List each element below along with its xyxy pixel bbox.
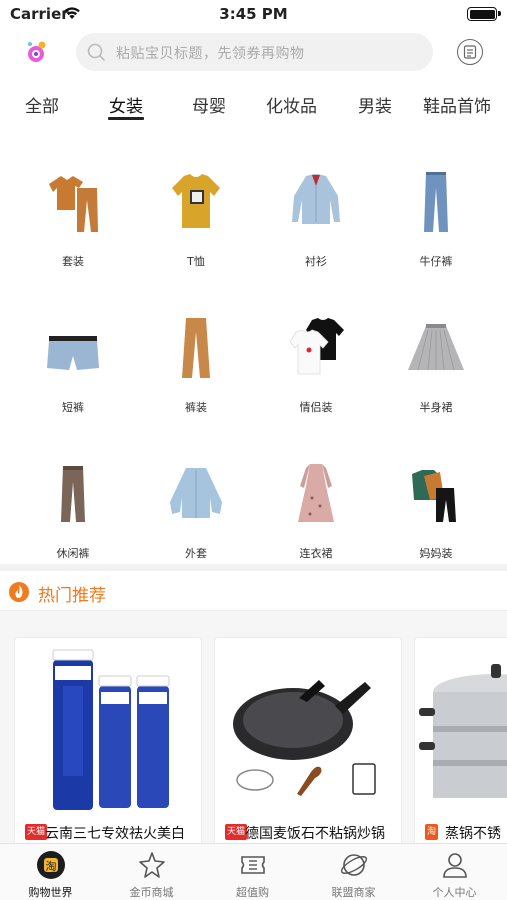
hot-section-title: 热门推荐 bbox=[38, 586, 106, 606]
product-card[interactable]: 天猫 云南三七专效祛火美白 bbox=[14, 637, 202, 843]
category-item[interactable]: 休闲裤 bbox=[10, 442, 136, 582]
status-bar: Carrier 3:45 PM bbox=[0, 0, 507, 28]
tabbar-item-shopping-world[interactable]: 淘 购物世界 bbox=[0, 844, 101, 900]
outfit-set-icon bbox=[49, 176, 98, 232]
tab-cosmetics[interactable]: 化妆品 bbox=[266, 92, 317, 117]
shopping-world-icon: 淘 bbox=[37, 851, 65, 879]
skirt-icon bbox=[408, 324, 464, 371]
coin-mall-icon bbox=[139, 852, 165, 878]
active-tab-indicator bbox=[108, 117, 144, 120]
category-label: 牛仔裤 bbox=[419, 255, 453, 268]
tabbar-item-super-value[interactable]: 超值购 bbox=[202, 844, 303, 900]
category-item[interactable]: T恤 bbox=[133, 150, 259, 290]
product-carousel[interactable]: 天猫 云南三七专效祛火美白 天猫 德国麦饭石不粘锅炒锅 淘 蒸锅不锈 bbox=[0, 611, 507, 843]
category-label: 短裤 bbox=[62, 401, 84, 414]
app-logo-icon[interactable] bbox=[22, 36, 52, 66]
product-name: 云南三七专效祛火美白 bbox=[45, 826, 185, 842]
category-label: 妈妈装 bbox=[419, 547, 453, 560]
tabbar-item-personal-center[interactable]: 个人中心 bbox=[404, 844, 505, 900]
tab-shoes-jewelry[interactable]: 鞋品首饰 bbox=[423, 92, 491, 117]
tabbar-label: 购物世界 bbox=[28, 886, 73, 899]
shirt-icon bbox=[292, 174, 340, 224]
category-label: 衬衫 bbox=[305, 255, 327, 268]
tmall-badge: 天猫 bbox=[25, 824, 48, 840]
tabbar-label: 个人中心 bbox=[432, 886, 477, 899]
user-icon bbox=[443, 853, 467, 878]
message-button[interactable] bbox=[457, 39, 483, 65]
toothpaste-image bbox=[52, 649, 170, 810]
category-label: 半身裙 bbox=[419, 401, 453, 414]
category-item[interactable]: 情侣装 bbox=[253, 296, 379, 436]
product-card[interactable]: 淘 蒸锅不锈 bbox=[414, 637, 507, 843]
product-card[interactable]: 天猫 德国麦饭石不粘锅炒锅 bbox=[214, 637, 402, 843]
shorts-icon bbox=[47, 336, 99, 370]
category-label: 套装 bbox=[62, 255, 84, 268]
tabbar-label: 联盟商家 bbox=[331, 886, 376, 899]
category-label: T恤 bbox=[187, 255, 205, 268]
message-list-icon bbox=[463, 45, 477, 59]
category-item[interactable]: 衬衫 bbox=[253, 150, 379, 290]
clock: 3:45 PM bbox=[219, 5, 288, 23]
tabbar-label: 超值购 bbox=[236, 886, 269, 899]
search-bar[interactable]: 粘贴宝贝标题，先领券再购物 bbox=[76, 33, 433, 71]
tab-all[interactable]: 全部 bbox=[25, 92, 59, 117]
trousers-icon bbox=[182, 318, 210, 378]
search-row: 粘贴宝贝标题，先领券再购物 bbox=[0, 32, 507, 74]
tabbar-label: 金币商城 bbox=[129, 886, 174, 899]
category-label: 休闲裤 bbox=[56, 547, 90, 560]
dress-icon bbox=[298, 464, 334, 522]
wok-image bbox=[233, 680, 376, 796]
product-name: 蒸锅不锈 bbox=[445, 826, 501, 842]
mom-wear-icon bbox=[412, 470, 456, 522]
hot-section-header: 热门推荐 bbox=[0, 575, 507, 611]
category-label: 裤装 bbox=[185, 401, 207, 414]
category-tabs: 全部 女装 母婴 化妆品 男装 鞋品首饰 bbox=[0, 92, 507, 128]
casual-pants-icon bbox=[61, 466, 85, 522]
tab-baby[interactable]: 母婴 bbox=[192, 92, 226, 117]
search-placeholder: 粘贴宝贝标题，先领券再购物 bbox=[116, 46, 305, 62]
svg-text:淘: 淘 bbox=[46, 860, 57, 873]
category-item[interactable]: 妈妈装 bbox=[373, 442, 499, 582]
jeans-icon bbox=[424, 172, 448, 232]
bottom-tab-bar: 淘 购物世界 金币商城 超值购 联盟商家 个人中心 bbox=[0, 843, 507, 900]
jacket-icon bbox=[170, 468, 222, 518]
category-item[interactable]: 裤装 bbox=[133, 296, 259, 436]
ticket-icon bbox=[241, 856, 265, 874]
category-item[interactable]: 短裤 bbox=[10, 296, 136, 436]
tabbar-item-alliance-merchants[interactable]: 联盟商家 bbox=[303, 844, 404, 900]
tab-womens[interactable]: 女装 bbox=[109, 92, 143, 117]
couple-tees-icon bbox=[289, 318, 344, 375]
battery-icon bbox=[467, 7, 501, 21]
category-item[interactable]: 半身裙 bbox=[373, 296, 499, 436]
category-item[interactable]: 牛仔裤 bbox=[373, 150, 499, 290]
product-name: 德国麦饭石不粘锅炒锅 bbox=[245, 826, 385, 842]
category-label: 情侣装 bbox=[299, 401, 333, 414]
search-icon bbox=[87, 43, 105, 61]
tmall-badge: 天猫 bbox=[225, 824, 248, 840]
category-label: 外套 bbox=[185, 547, 207, 560]
tshirt-icon bbox=[172, 174, 220, 228]
tabbar-item-coin-mall[interactable]: 金币商城 bbox=[101, 844, 202, 900]
taobao-badge: 淘 bbox=[425, 824, 439, 840]
section-divider bbox=[0, 564, 507, 571]
category-label: 连衣裙 bbox=[299, 547, 333, 560]
steamer-image bbox=[419, 664, 507, 798]
fire-icon bbox=[9, 582, 29, 602]
category-item[interactable]: 连衣裙 bbox=[253, 442, 379, 582]
category-item[interactable]: 外套 bbox=[133, 442, 259, 582]
planet-icon bbox=[340, 854, 368, 876]
category-item[interactable]: 套装 bbox=[10, 150, 136, 290]
tab-mens[interactable]: 男装 bbox=[358, 92, 392, 117]
